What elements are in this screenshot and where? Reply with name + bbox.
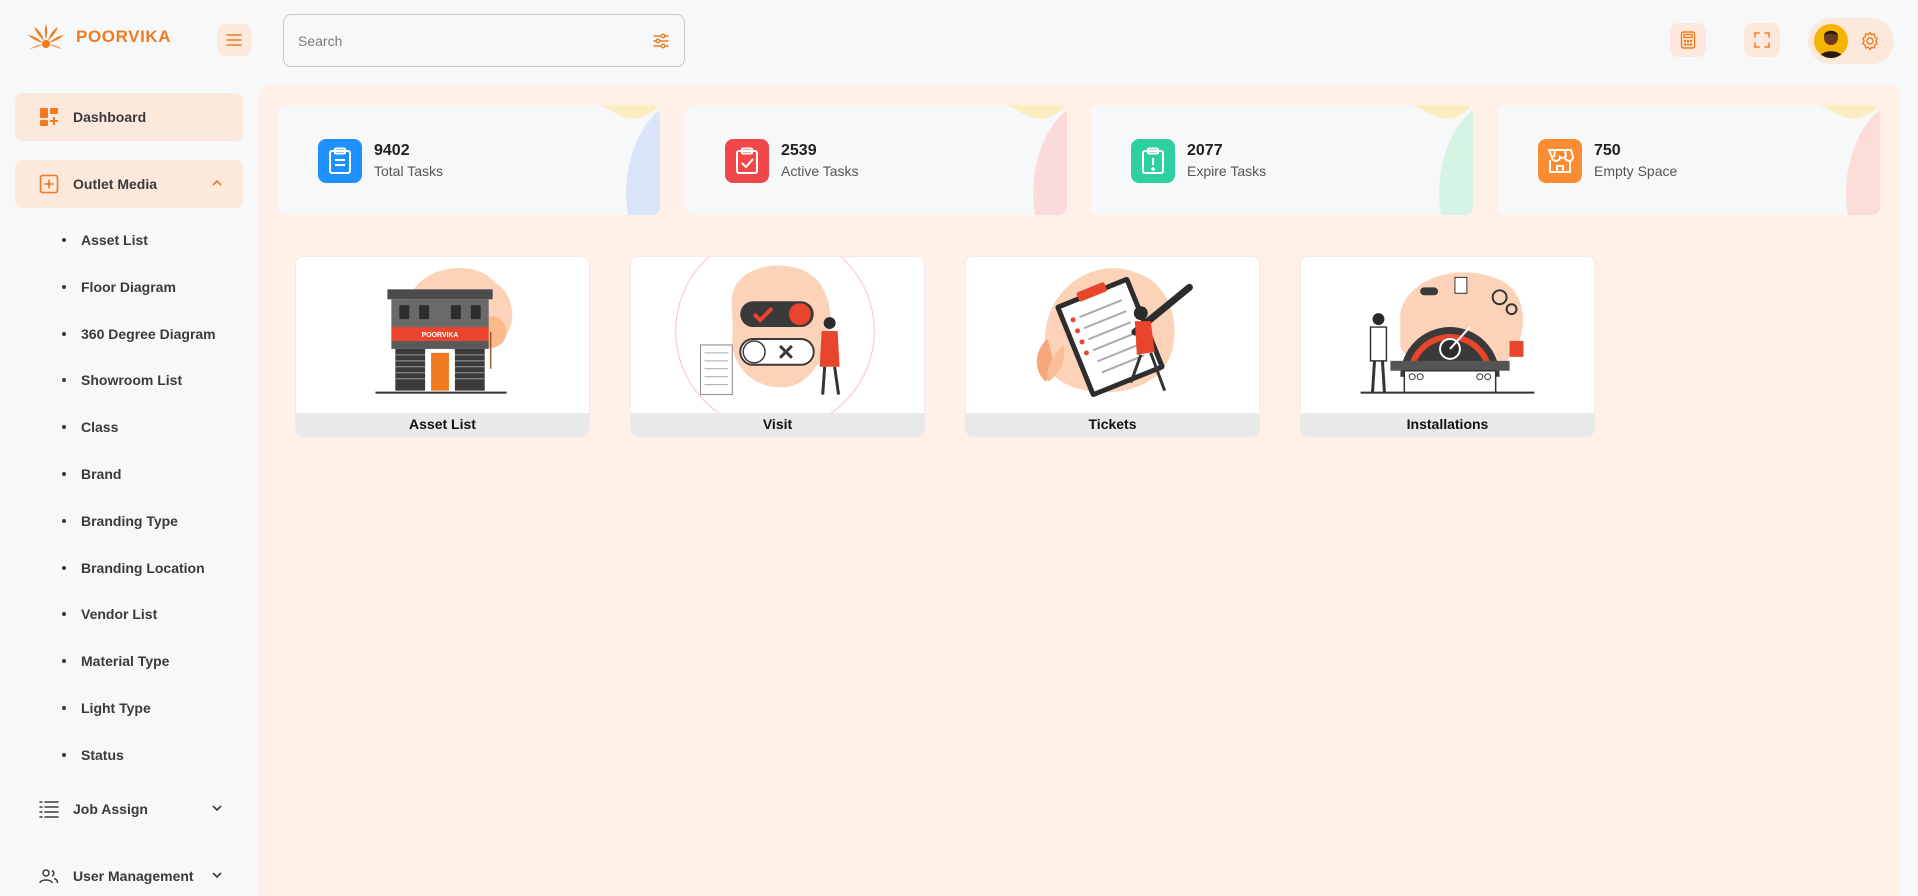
submenu-item-brand[interactable]: Brand xyxy=(62,464,216,511)
filter-icon[interactable] xyxy=(652,32,670,50)
menu-toggle-button[interactable] xyxy=(217,24,251,56)
tile-visit[interactable]: Visit xyxy=(630,256,925,437)
stat-label: Active Tasks xyxy=(781,163,859,179)
sidebar-item-label: User Management xyxy=(73,868,194,884)
sidebar-item-label: Outlet Media xyxy=(73,176,158,192)
sidebar-item-user-management[interactable]: User Management xyxy=(15,852,243,896)
fullscreen-button[interactable] xyxy=(1744,23,1780,57)
store-icon xyxy=(1538,139,1582,183)
card-decoration xyxy=(600,105,660,215)
submenu-item-360-degree-diagram[interactable]: 360 Degree Diagram xyxy=(62,324,216,371)
outlet-media-submenu: Asset List Floor Diagram 360 Degree Diag… xyxy=(62,230,216,792)
sidebar-item-label: Job Assign xyxy=(73,801,148,817)
submenu-item-floor-diagram[interactable]: Floor Diagram xyxy=(62,277,216,324)
chevron-down-icon xyxy=(212,872,222,879)
card-decoration xyxy=(1820,105,1880,215)
tile-label: Asset List xyxy=(296,413,589,436)
stat-value: 750 xyxy=(1594,142,1621,159)
machinery-illustration-icon xyxy=(1360,272,1535,394)
submenu-item-showroom-list[interactable]: Showroom List xyxy=(62,370,216,417)
submenu-item-class[interactable]: Class xyxy=(62,417,216,464)
main-content: 9402 Total Tasks 2539 Active Tasks 2077 … xyxy=(258,85,1900,896)
sidebar-item-outlet-media[interactable]: Outlet Media xyxy=(15,160,243,208)
tile-label: Visit xyxy=(631,413,924,436)
sidebar: Dashboard Outlet Media Asset List Floor … xyxy=(0,80,258,896)
fullscreen-icon xyxy=(1754,32,1770,48)
settings-gear-icon[interactable] xyxy=(1860,31,1880,51)
checklist-illustration-icon xyxy=(1036,268,1193,398)
users-icon xyxy=(39,869,59,884)
sidebar-item-job-assign[interactable]: Job Assign xyxy=(15,785,243,833)
stat-value: 9402 xyxy=(374,142,410,159)
search-box xyxy=(283,14,685,67)
clipboard-icon xyxy=(318,139,362,183)
profile-menu[interactable] xyxy=(1808,18,1894,64)
user-photo-icon xyxy=(1819,30,1843,58)
hamburger-icon xyxy=(226,34,242,46)
logo-icon xyxy=(28,24,64,49)
top-header: POORVIKA xyxy=(0,0,1918,80)
storefront-illustration-icon: POORVIKA xyxy=(375,268,513,394)
stat-label: Expire Tasks xyxy=(1187,163,1267,179)
submenu-item-branding-type[interactable]: Branding Type xyxy=(62,511,216,558)
card-decoration xyxy=(1007,105,1067,215)
card-decoration xyxy=(1413,105,1473,215)
tile-label: Installations xyxy=(1301,413,1594,436)
stat-value: 2077 xyxy=(1187,142,1223,159)
clipboard-check-icon xyxy=(725,139,769,183)
tile-label: Tickets xyxy=(966,413,1259,436)
calculator-icon xyxy=(1680,31,1696,49)
brand-logo[interactable]: POORVIKA xyxy=(26,22,171,52)
stat-label: Total Tasks xyxy=(374,163,443,179)
calculator-button[interactable] xyxy=(1670,23,1706,57)
sidebar-item-label: Dashboard xyxy=(73,109,147,125)
list-icon xyxy=(39,801,59,818)
avatar[interactable] xyxy=(1814,24,1848,58)
submenu-item-vendor-list[interactable]: Vendor List xyxy=(62,604,216,651)
submenu-item-material-type[interactable]: Material Type xyxy=(62,651,216,698)
chevron-up-icon xyxy=(212,179,222,186)
approval-toggle-illustration-icon xyxy=(675,257,875,415)
stat-card-active-tasks[interactable]: 2539 Active Tasks xyxy=(685,105,1067,215)
dashboard-icon xyxy=(40,108,58,126)
stat-card-expire-tasks[interactable]: 2077 Expire Tasks xyxy=(1091,105,1473,215)
submenu-item-light-type[interactable]: Light Type xyxy=(62,698,216,745)
stat-card-empty-space[interactable]: 750 Empty Space xyxy=(1498,105,1880,215)
sidebar-item-dashboard[interactable]: Dashboard xyxy=(15,93,243,141)
tile-installations[interactable]: Installations xyxy=(1300,256,1595,437)
tile-asset-list[interactable]: POORVIKA Asset List xyxy=(295,256,590,437)
chevron-down-icon xyxy=(212,805,222,812)
stat-card-total-tasks[interactable]: 9402 Total Tasks xyxy=(278,105,660,215)
tile-tickets[interactable]: Tickets xyxy=(965,256,1260,437)
search-input[interactable] xyxy=(298,32,652,49)
svg-text:POORVIKA: POORVIKA xyxy=(422,332,459,339)
stat-value: 2539 xyxy=(781,142,817,159)
stat-label: Empty Space xyxy=(1594,163,1678,179)
brand-name: POORVIKA xyxy=(76,27,172,46)
submenu-item-asset-list[interactable]: Asset List xyxy=(62,230,216,277)
add-box-icon xyxy=(39,174,59,194)
alert-icon xyxy=(1131,139,1175,183)
submenu-item-branding-location[interactable]: Branding Location xyxy=(62,558,216,605)
